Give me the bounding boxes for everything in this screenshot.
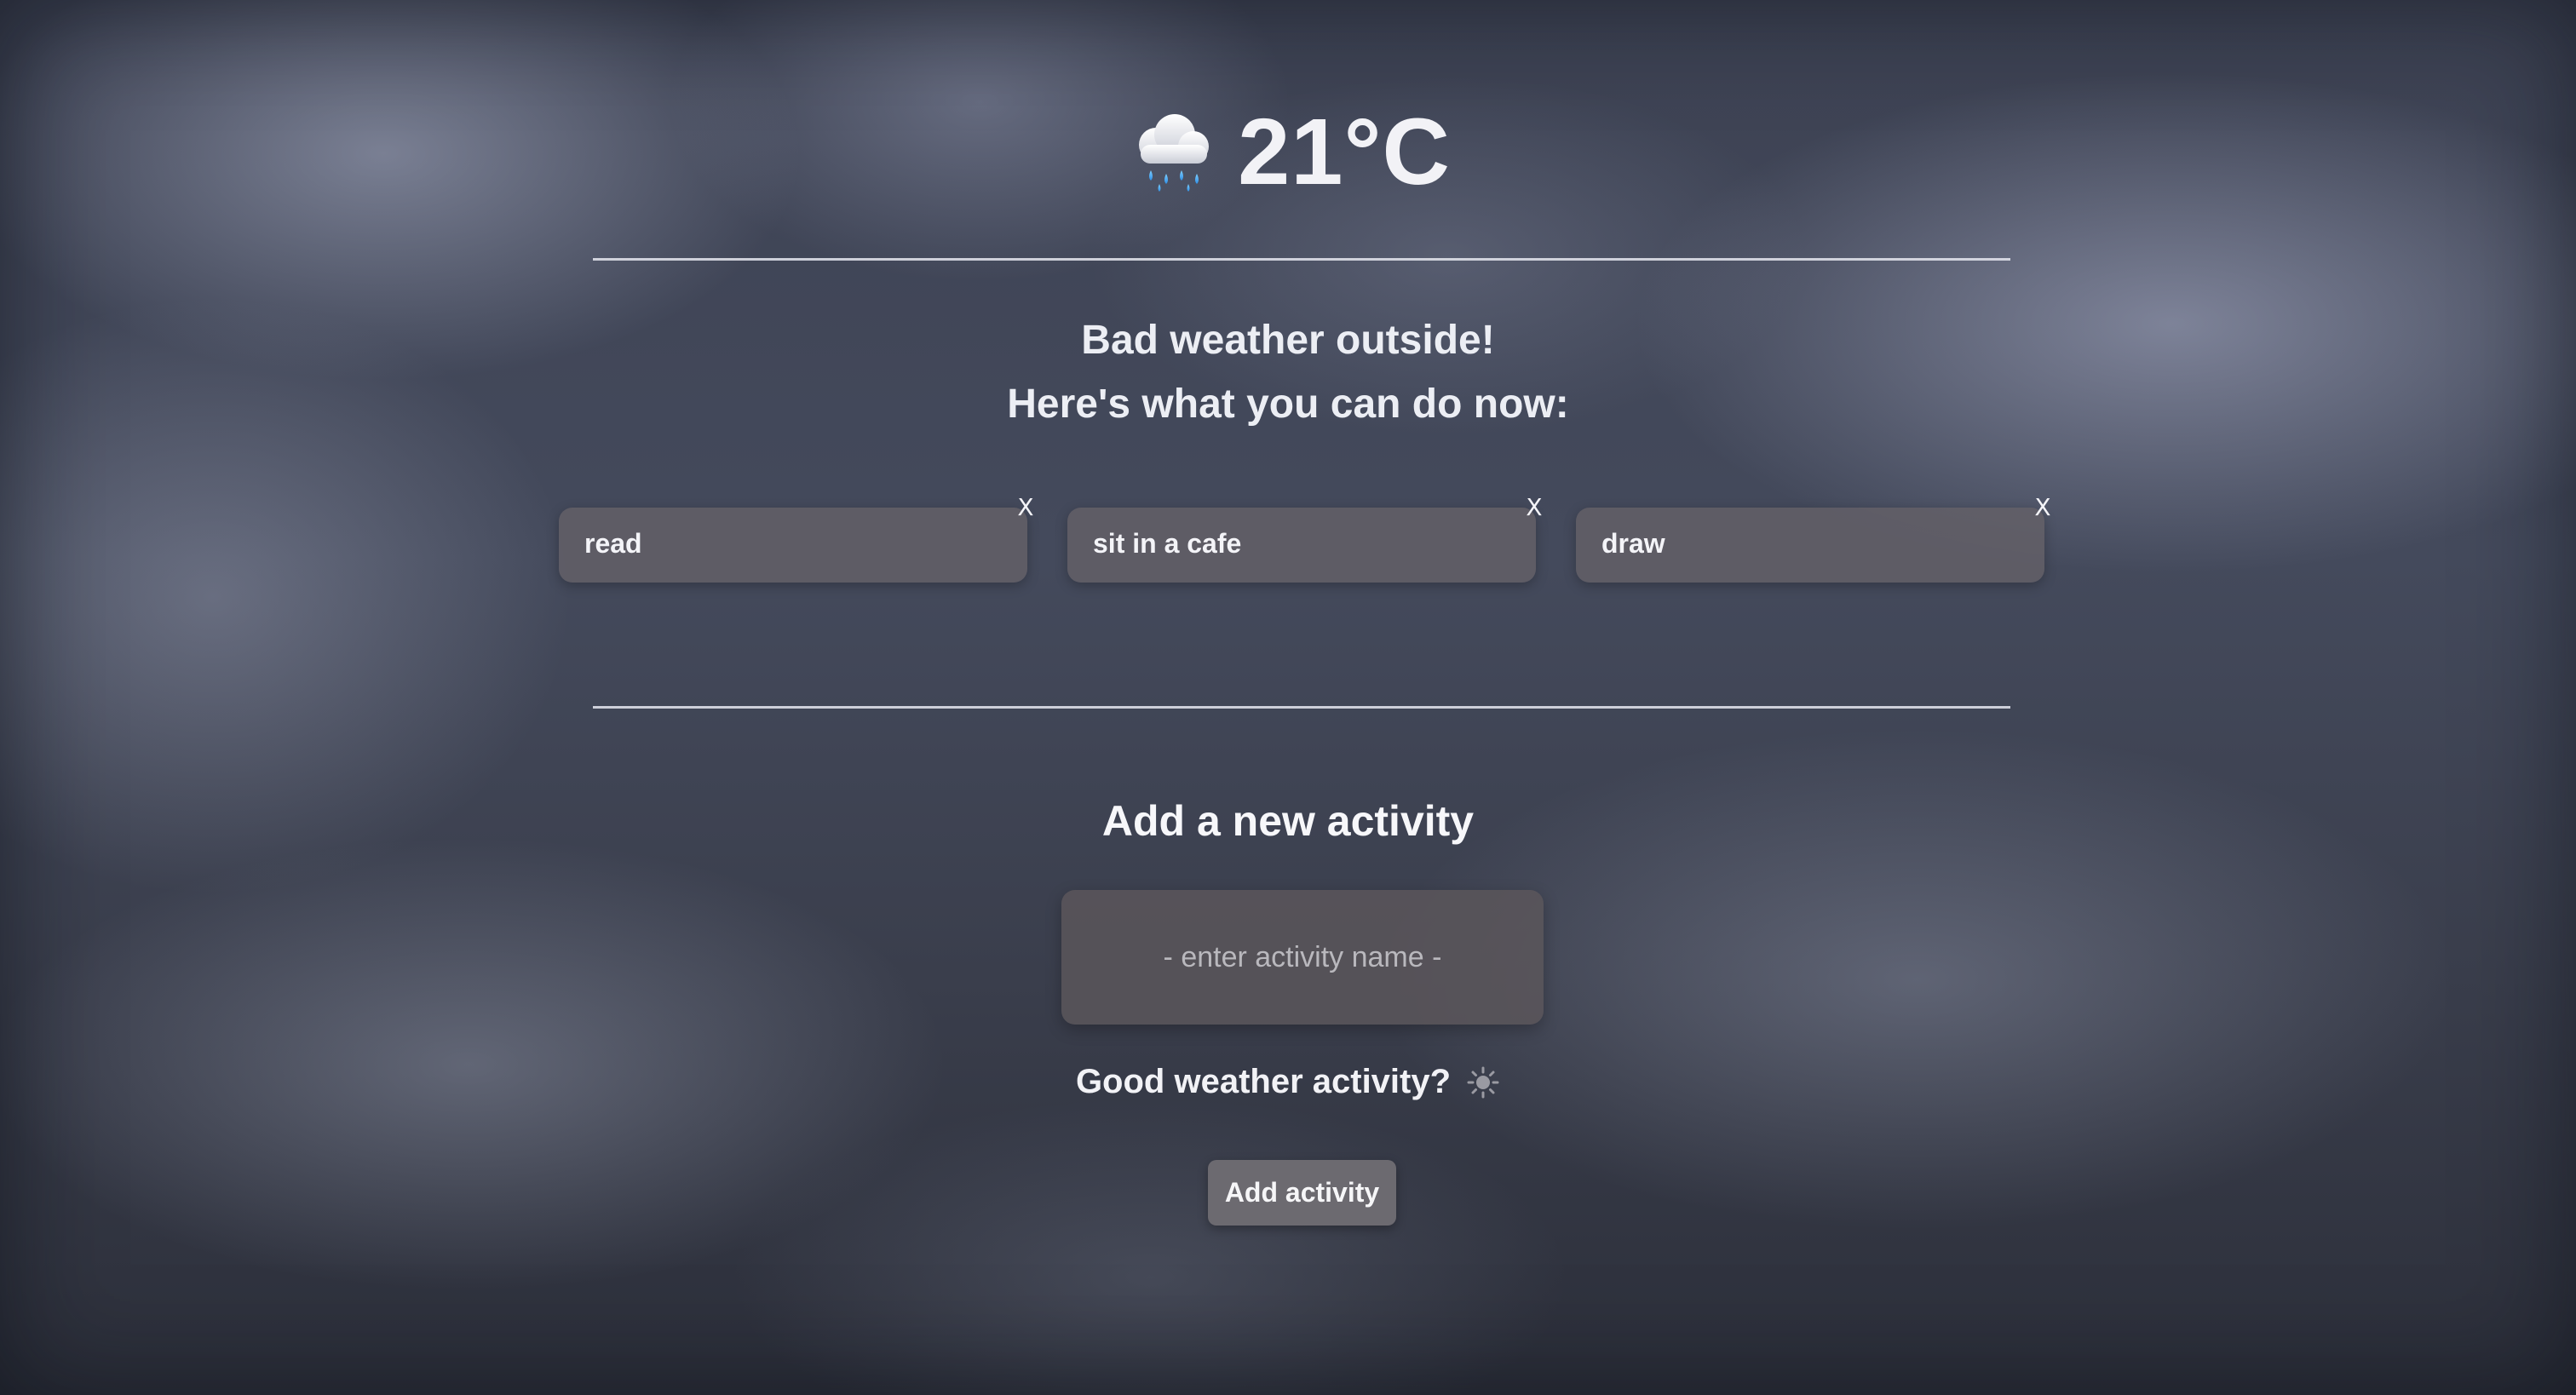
remove-activity-button[interactable]: X <box>1517 491 1551 525</box>
suggestion-heading: Here's what you can do now: <box>1007 382 1569 427</box>
sun-icon[interactable] <box>1466 1065 1500 1099</box>
remove-activity-button[interactable]: X <box>2026 491 2060 525</box>
weather-activities-page: 21°C Bad weather outside! Here's what yo… <box>0 0 2576 1395</box>
good-weather-label: Good weather activity? <box>1075 1063 1452 1100</box>
temperature-readout: 21°C <box>1238 99 1451 204</box>
activity-label: read <box>584 528 642 559</box>
activity-card[interactable]: draw X <box>1576 493 2051 583</box>
activity-name-input[interactable] <box>1061 890 1544 1025</box>
divider-top <box>593 258 2010 261</box>
activity-card[interactable]: read X <box>559 493 1034 583</box>
divider-bottom <box>593 706 2010 709</box>
activity-card[interactable]: sit in a cafe X <box>1067 493 1543 583</box>
weather-header: 21°C <box>0 92 2576 211</box>
weather-message: Bad weather outside! <box>1081 318 1495 363</box>
activity-label: draw <box>1601 528 1665 559</box>
add-activity-title: Add a new activity <box>1101 797 1475 845</box>
good-weather-toggle-row: Good weather activity? <box>0 1063 2576 1101</box>
remove-activity-button[interactable]: X <box>1009 491 1043 525</box>
activity-label: sit in a cafe <box>1093 528 1242 559</box>
activity-list: read X sit in a cafe X draw X <box>559 493 2051 583</box>
rain-cloud-icon <box>1125 106 1217 198</box>
add-activity-button[interactable]: Add activity <box>1208 1160 1396 1226</box>
